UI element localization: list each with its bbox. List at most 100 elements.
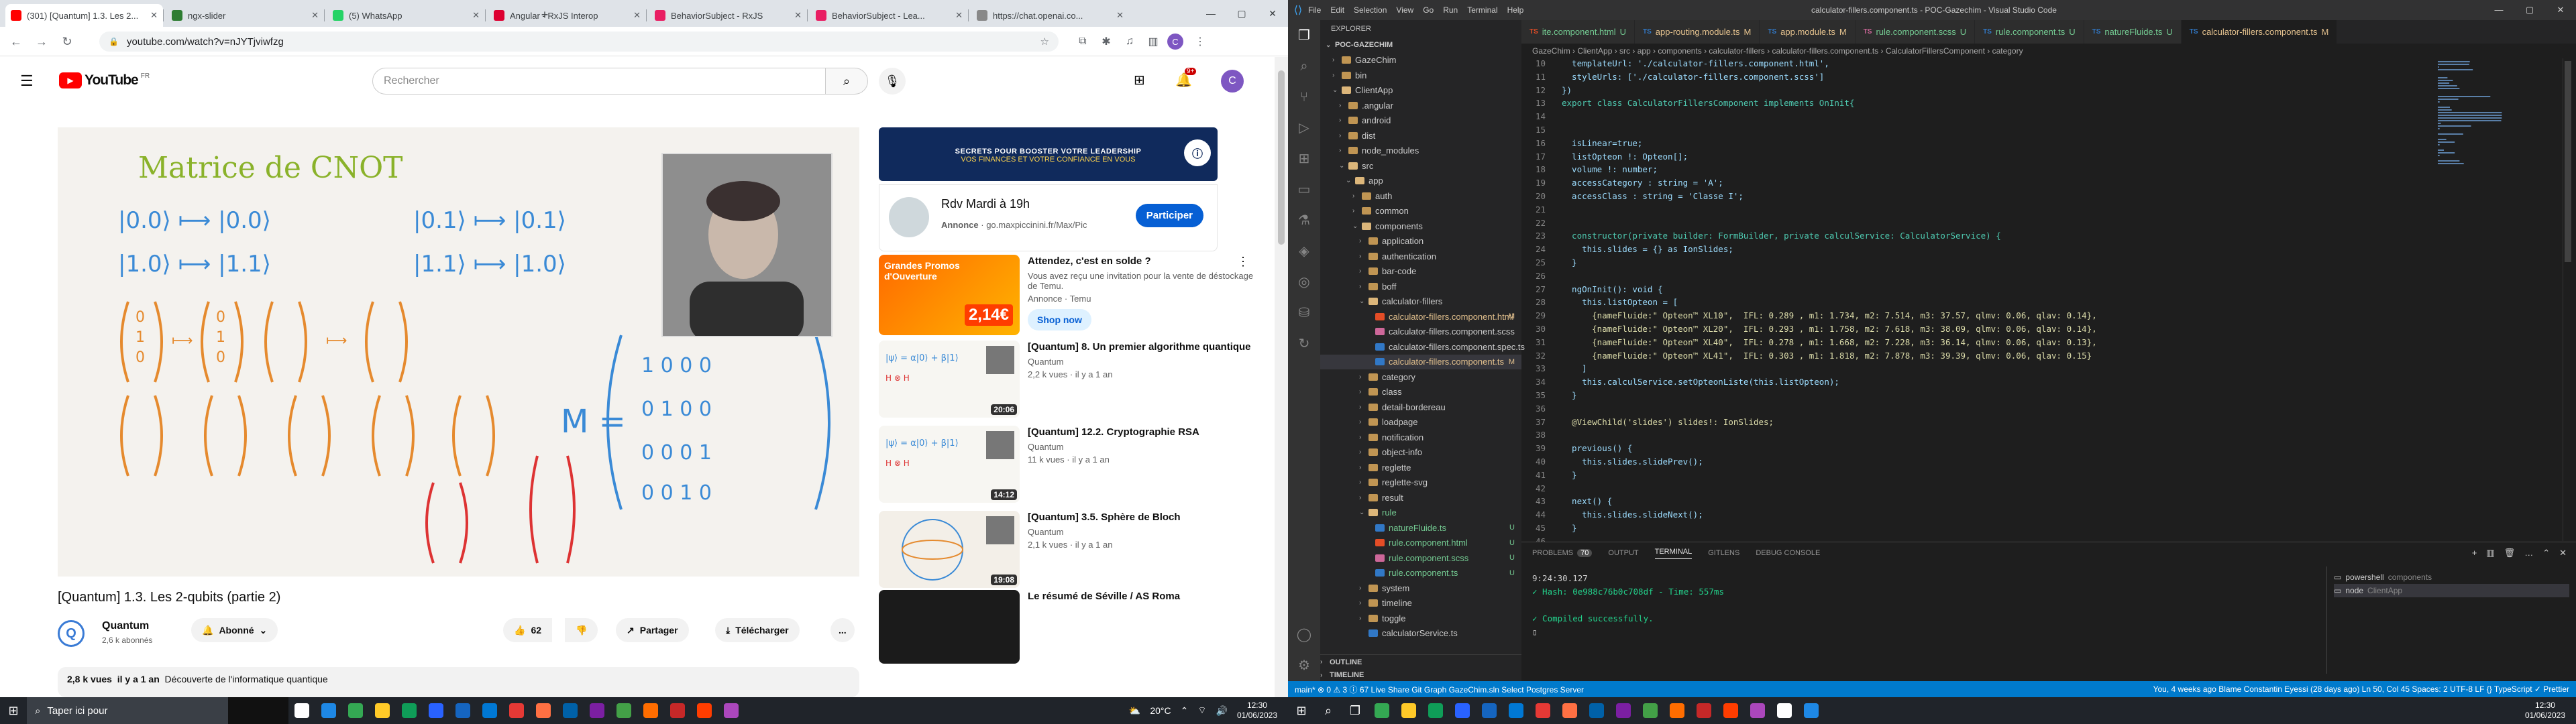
code-line[interactable]: 15 [1521,125,2434,138]
remote-explorer-icon[interactable]: ▭ [1288,174,1320,205]
hamburger-menu-icon[interactable]: ☰ [20,72,34,90]
brave-taskbar-icon[interactable] [691,697,718,724]
tree-folder[interactable]: › common [1320,204,1521,219]
browser-tab[interactable]: BehaviorSubject - RxJS ✕ [649,4,807,27]
store-taskbar-icon[interactable] [449,697,476,724]
panel-tab-output[interactable]: OUTPUT [1608,549,1638,557]
sponsored-item[interactable]: Grandes Promos d'Ouverture 2,14€ Attendez, … [879,255,1254,335]
code-line[interactable]: 31 {nameFluide:" Opteon™ XL40", IFL: 0.2… [1521,337,2434,351]
tree-folder[interactable]: ⌄ components [1320,219,1521,233]
tree-folder[interactable]: › detail-bordereau [1320,400,1521,414]
more-icon[interactable]: … [2524,548,2533,558]
code-line[interactable]: 17 listOpteon !: Opteon[]; [1521,152,2434,165]
maximize-button[interactable]: ▢ [1226,0,1257,27]
tree-folder[interactable]: › android [1320,113,1521,128]
file-explorer-taskbar-icon[interactable] [1449,697,1476,724]
panel-tab-gitlens[interactable]: GITLENS [1708,549,1739,557]
tree-folder[interactable]: › application [1320,234,1521,249]
tree-folder[interactable]: › node_modules [1320,143,1521,158]
task-view-taskbar-icon[interactable] [1368,697,1395,724]
visual-studio-taskbar-icon[interactable] [1664,697,1690,724]
code-line[interactable]: 44 this.slides.slideNext(); [1521,509,2434,523]
menu-selection[interactable]: Selection [1354,5,1387,15]
tree-folder[interactable]: › GazeChim [1320,53,1521,68]
tree-folder[interactable]: › loadpage [1320,415,1521,430]
code-line[interactable]: 40 this.slides.slidePrev(); [1521,457,2434,470]
docker-icon[interactable]: ◈ [1288,236,1320,267]
code-line[interactable]: 13 export class CalculatorFillersComponen… [1521,98,2434,111]
mail-taskbar-icon[interactable] [1503,697,1529,724]
minimize-button[interactable]: — [1195,0,1226,27]
status-left[interactable]: main* ⊗ 0 ⚠ 3 ⓘ 67 Live Share Git Graph … [1295,684,1584,695]
source-control-icon[interactable]: ⑂ [1288,82,1320,113]
chrome-profile-taskbar-icon[interactable] [1476,697,1503,724]
vs-close-button[interactable]: ✕ [2545,0,2576,20]
code-line[interactable]: 12}) [1521,85,2434,99]
editor-tab[interactable]: TS app-routing.module.ts M [1635,20,1760,44]
back-button[interactable]: ← [7,32,25,51]
code-line[interactable]: 18 volume !: number; [1521,164,2434,178]
testing-icon[interactable]: ⚗ [1288,205,1320,236]
tree-file[interactable]: calculator-fillers.component.spec.ts [1320,339,1525,354]
opera-taskbar-icon[interactable] [664,697,691,724]
notifications-bell-icon[interactable]: 🔔 9+ [1175,68,1197,88]
outlook-taskbar-icon[interactable] [1556,697,1583,724]
video-thumbnail[interactable] [879,590,1020,664]
search-icon[interactable]: ⌕ [1288,51,1320,82]
code-line[interactable]: 37 @ViewChild('slides') slides!: IonSlid… [1521,417,2434,430]
like-button[interactable]: 👍 62 [503,618,553,642]
code-editor[interactable]: 10 templateUrl: './calculator-fillers.co… [1521,58,2434,572]
tree-file[interactable]: calculator-fillers.component.html M [1320,309,1521,324]
create-video-icon[interactable]: ⊞ [1134,72,1145,88]
tree-folder[interactable]: › auth [1320,188,1521,203]
editor-tab[interactable]: TS ite.component.html U [1521,20,1635,44]
tree-folder[interactable]: › category [1320,369,1521,384]
breadcrumb[interactable]: GazeChim › ClientApp › src › app › compo… [1521,44,2576,58]
tree-file[interactable]: natureFluide.ts U [1320,520,1521,535]
dislike-button[interactable]: 👎 [565,618,598,642]
tree-folder[interactable]: › class [1320,385,1521,400]
code-line[interactable]: 22 [1521,218,2434,231]
panel-tab-problems[interactable]: PROBLEMS [1532,549,1573,557]
edge-taskbar-icon[interactable] [1395,697,1422,724]
tree-folder[interactable]: › bar-code [1320,264,1521,279]
video-thumbnail[interactable]: |ψ⟩ = α|0⟩ + β|1⟩ H ⊗ H 14:12 [879,426,1020,503]
windows-start-icon[interactable]: ⊞ [0,697,27,724]
terminal-taskbar-icon[interactable] [1717,697,1744,724]
terminal-instance[interactable]: ▭ powershell components [2334,570,2569,584]
opera-taskbar-icon[interactable] [1744,697,1771,724]
code-line[interactable]: 33 ] [1521,363,2434,377]
timeline-section[interactable]: › TIMELINE [1320,668,1521,682]
close-tab-icon[interactable]: ✕ [150,10,158,21]
media-icon[interactable]: ♫ [1120,32,1139,51]
code-line[interactable]: 29 {nameFluide:" Opteon™ XL10", IFL: 0.2… [1521,310,2434,324]
ad-banner[interactable]: SECRETS POUR BOOSTER VOTRE LEADERSHIP VO… [879,127,1218,181]
editor-tab[interactable]: TS natureFluide.ts U [2084,20,2182,44]
outlook-taskbar-icon[interactable] [476,697,503,724]
code-line[interactable]: 25 } [1521,257,2434,271]
video-player[interactable]: Matrice de CNOT |0.0⟩ ⟼ |0.0⟩ |0.1⟩ ⟼ |0… [58,127,859,577]
code-line[interactable]: 20 accessClass : string = 'Classe I'; [1521,191,2434,204]
editor-tab[interactable]: TS app.module.ts M [1760,20,1856,44]
menu-help[interactable]: Help [1507,5,1524,15]
ad-card[interactable]: Rdv Mardi à 19h Annonce · go.maxpiccinin… [879,184,1218,251]
split-terminal-icon[interactable]: ▥ [2486,548,2494,558]
related-video[interactable]: 19:08 [Quantum] 3.5. Sphère de Bloch Quant… [879,511,1254,588]
subscribed-button[interactable]: 🔔 Abonné ⌄ [191,618,278,642]
code-line[interactable]: 26 [1521,271,2434,284]
brave-taskbar-icon[interactable] [1771,697,1798,724]
more-actions-button[interactable]: ... [830,618,855,642]
menu-run[interactable]: Run [1443,5,1458,15]
close-tab-icon[interactable]: ✕ [311,10,319,21]
teams-taskbar-icon[interactable] [718,697,745,724]
code-line[interactable]: 45 } [1521,523,2434,536]
tree-folder[interactable]: › system [1320,581,1521,595]
tree-folder[interactable]: ⌄ rule [1320,505,1521,520]
video-thumbnail[interactable]: 19:08 [879,511,1020,588]
tree-folder[interactable]: › dist [1320,128,1521,143]
bookmark-star-icon[interactable]: ☆ [1040,36,1049,48]
participate-button[interactable]: Participer [1135,204,1203,227]
tree-folder[interactable]: › object-info [1320,445,1521,460]
menu-terminal[interactable]: Terminal [1467,5,1497,15]
gitlens-icon[interactable]: ◎ [1288,267,1320,298]
